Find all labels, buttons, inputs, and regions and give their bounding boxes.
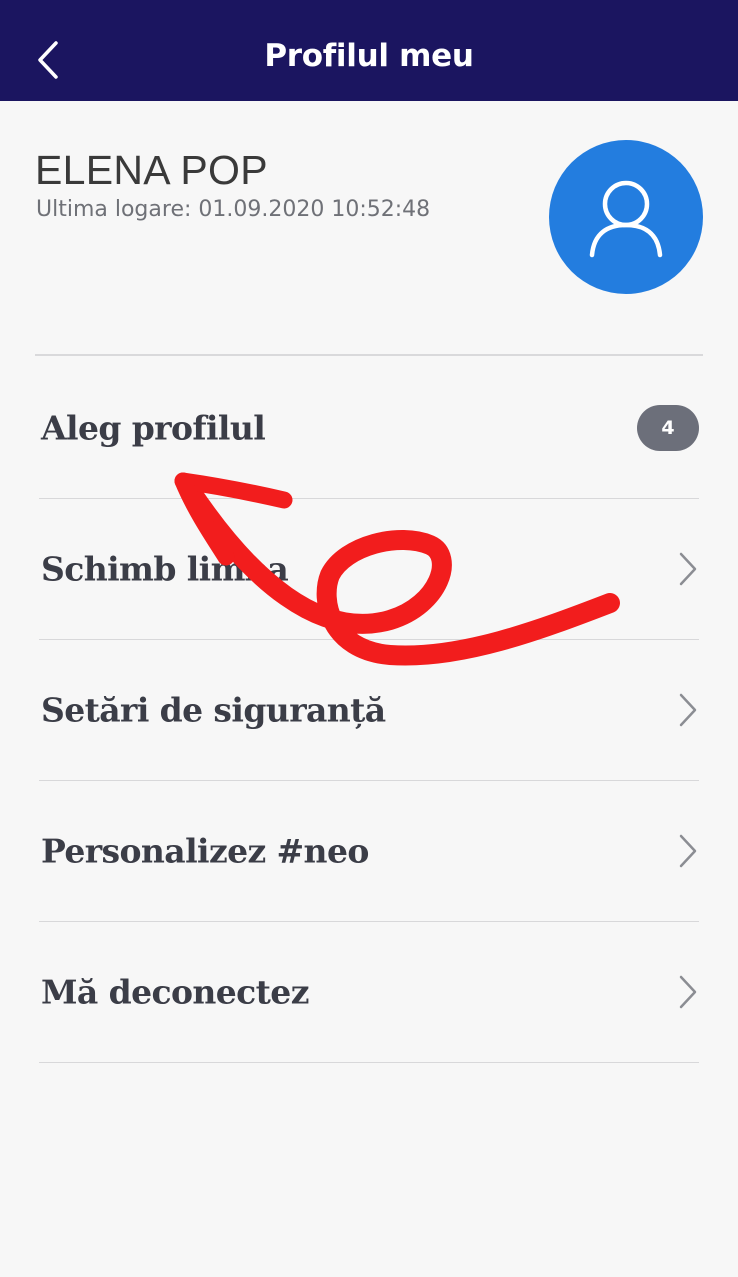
menu-item-change-language[interactable]: Schimb limba: [39, 499, 699, 640]
menu-item-label: Personalizez #neo: [41, 831, 369, 871]
user-icon: [589, 180, 663, 258]
chevron-right-icon: [679, 975, 697, 1009]
avatar[interactable]: [549, 140, 703, 294]
menu-item-label: Mă deconectez: [41, 972, 309, 1012]
menu-item-label: Setări de siguranță: [41, 690, 386, 730]
chevron-right-icon: [679, 834, 697, 868]
page-title: Profilul meu: [264, 38, 474, 74]
last-login-text: Ultima logare: 01.09.2020 10:52:48: [36, 197, 431, 222]
menu-item-security-settings[interactable]: Setări de siguranță: [39, 640, 699, 781]
menu-item-choose-profile[interactable]: Aleg profilul 4: [39, 358, 699, 499]
chevron-right-icon: [679, 552, 697, 586]
menu-item-personalize[interactable]: Personalizez #neo: [39, 781, 699, 922]
profile-name: ELENA POP: [35, 147, 268, 193]
app-header: Profilul meu: [0, 0, 738, 101]
profile-divider: [35, 354, 703, 356]
chevron-right-icon: [679, 693, 697, 727]
menu-item-label: Schimb limba: [41, 549, 289, 589]
profile-count-badge: 4: [637, 405, 699, 451]
menu-item-label: Aleg profilul: [41, 408, 266, 448]
menu-item-logout[interactable]: Mă deconectez: [39, 922, 699, 1063]
